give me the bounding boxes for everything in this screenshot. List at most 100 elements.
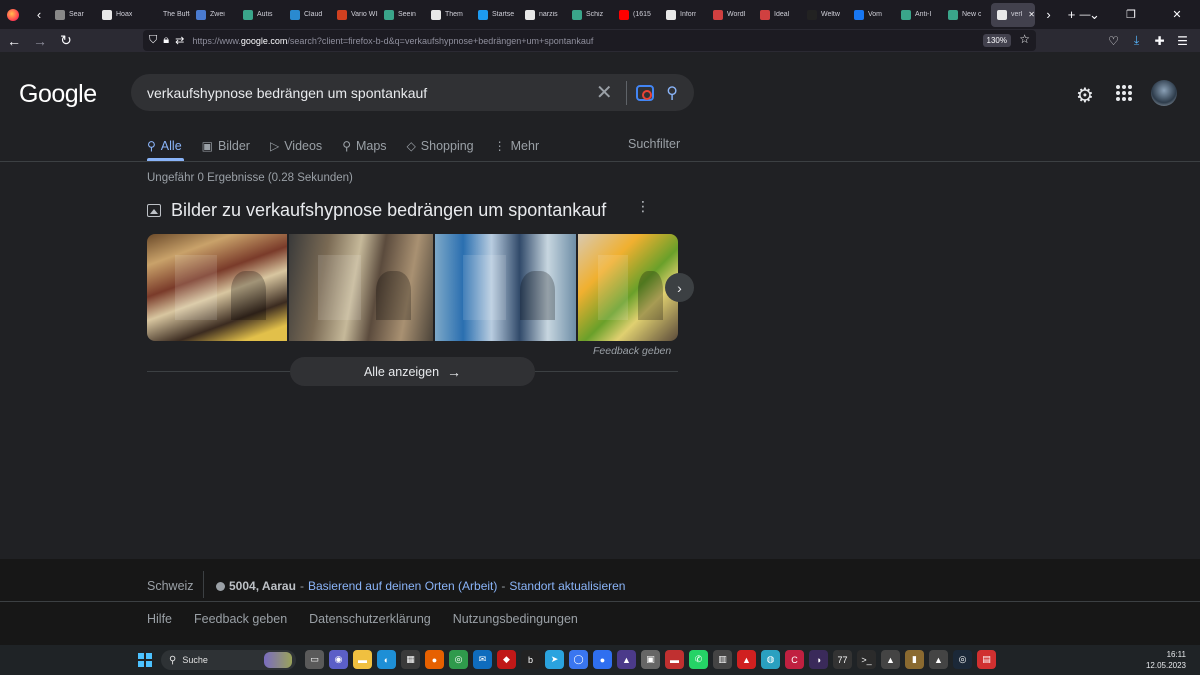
pocket-icon[interactable]: ♡	[1102, 34, 1125, 48]
browser-tab[interactable]: narzis	[519, 0, 566, 29]
books-icon[interactable]: ▥	[713, 650, 732, 669]
reload-icon[interactable]: ↻	[54, 32, 78, 49]
browser-tab[interactable]: Vom	[848, 0, 895, 29]
tab-shopping[interactable]: ◇ Shopping	[407, 139, 474, 153]
restore-icon[interactable]: ❐	[1108, 8, 1154, 21]
terminal-icon[interactable]: >_	[857, 650, 876, 669]
image-thumbnail[interactable]	[578, 234, 678, 341]
bookmark-star-icon[interactable]: ☆	[1019, 32, 1030, 46]
app-c-icon[interactable]: C	[785, 650, 804, 669]
images-section-title[interactable]: Bilder zu verkaufshypnose bedrängen um s…	[171, 200, 606, 221]
update-location-link[interactable]: Standort aktualisieren	[509, 579, 625, 593]
steam-icon[interactable]: ◎	[953, 650, 972, 669]
download-icon[interactable]: ⤓	[1125, 33, 1148, 48]
browser-tab[interactable]: Startse	[472, 0, 519, 29]
app-purple-icon[interactable]: ▲	[617, 650, 636, 669]
app-box-icon[interactable]: ▣	[641, 650, 660, 669]
shield-icon[interactable]: ⛉	[149, 34, 157, 47]
back-icon[interactable]: ←	[2, 33, 26, 49]
extensions-icon[interactable]: ✚	[1148, 34, 1171, 48]
footer-link-help[interactable]: Hilfe	[147, 612, 172, 626]
browser-tab[interactable]: Inforr	[660, 0, 707, 29]
app-red-icon[interactable]: ◆	[497, 650, 516, 669]
tab-all[interactable]: ⚲ Alle	[147, 139, 182, 153]
app-cyan-icon[interactable]: ◍	[761, 650, 780, 669]
search-icon[interactable]: ⚲	[666, 83, 678, 103]
google-logo[interactable]: Google	[19, 80, 97, 109]
footer-link-feedback[interactable]: Feedback geben	[194, 612, 287, 626]
search-input[interactable]: verkaufshypnose bedrängen um spontankauf	[147, 85, 591, 101]
clear-search-icon[interactable]: ✕	[591, 80, 617, 105]
google-apps-icon[interactable]	[1116, 85, 1132, 101]
url-text[interactable]: https://www.google.com/search?client=fir…	[192, 36, 593, 46]
messenger-icon[interactable]: ●	[593, 650, 612, 669]
app-dark-icon[interactable]: ◑	[809, 650, 828, 669]
search-box[interactable]: verkaufshypnose bedrängen um spontankauf…	[131, 74, 694, 111]
forward-icon[interactable]: →	[28, 33, 52, 49]
firefox-logo-icon[interactable]	[7, 8, 19, 21]
file-explorer-icon[interactable]: ▬	[353, 650, 372, 669]
browser-tab[interactable]: (1615	[613, 0, 660, 29]
browser-tab[interactable]: New c	[942, 0, 989, 29]
settings-gear-icon[interactable]: ⚙	[1076, 83, 1094, 108]
browser-tab[interactable]: Seein	[378, 0, 425, 29]
app-triangle-icon[interactable]: ▲	[737, 650, 756, 669]
browser-tab[interactable]: Weltw	[801, 0, 848, 29]
zoom-level[interactable]: 130%	[982, 34, 1011, 47]
browser-tab[interactable]: The Buffalo	[143, 0, 190, 29]
app-last-icon[interactable]: ▤	[977, 650, 996, 669]
feedback-link[interactable]: Feedback geben	[593, 345, 671, 357]
tab-more[interactable]: ⋮ Mehr	[494, 139, 539, 153]
footer-link-terms[interactable]: Nutzungsbedingungen	[453, 612, 578, 626]
tab-images[interactable]: ▣ Bilder	[202, 139, 250, 153]
app-doc-icon[interactable]: ▮	[905, 650, 924, 669]
mail-icon[interactable]: ✉	[473, 650, 492, 669]
linux2-icon[interactable]: ▲	[929, 650, 948, 669]
search-tools-button[interactable]: Suchfilter	[628, 137, 680, 151]
google-lens-icon[interactable]	[636, 84, 655, 101]
close-window-icon[interactable]: ✕	[1154, 8, 1200, 21]
browser-tab[interactable]: Autis	[237, 0, 284, 29]
app-banner-icon[interactable]: ▬	[665, 650, 684, 669]
whatsapp-icon[interactable]: ✆	[689, 650, 708, 669]
taskbar-search[interactable]: ⚲ Suche	[161, 650, 296, 670]
close-tab-icon[interactable]: ✕	[1028, 10, 1035, 19]
address-bar[interactable]: ⛉ 🔒︎ ⇄ https://www.google.com/search?cli…	[143, 30, 1036, 51]
app-77-icon[interactable]: 77	[833, 650, 852, 669]
telegram-icon[interactable]: ➤	[545, 650, 564, 669]
location-source-link[interactable]: Basierend auf deinen Orten (Arbeit)	[308, 579, 497, 593]
avatar[interactable]	[1151, 80, 1177, 106]
image-thumbnail[interactable]	[147, 234, 288, 341]
browser-tab[interactable]: Hoax	[96, 0, 143, 29]
signal-icon[interactable]: ◯	[569, 650, 588, 669]
browser-tab[interactable]: Claud	[284, 0, 331, 29]
linux-icon[interactable]: ▲	[881, 650, 900, 669]
tab-maps[interactable]: ⚲ Maps	[342, 139, 386, 153]
carousel-next-button[interactable]: ›	[665, 273, 694, 302]
browser-tab[interactable]: Zwei	[190, 0, 237, 29]
browser-tab[interactable]: Them	[425, 0, 472, 29]
firefox-icon[interactable]: ●	[425, 650, 444, 669]
menu-icon[interactable]: ☰	[1171, 34, 1194, 48]
browser-tab[interactable]: Ideal	[754, 0, 801, 29]
show-all-images-button[interactable]: Alle anzeigen →	[290, 357, 535, 386]
tab-scroll-left-icon[interactable]: ‹	[29, 7, 49, 22]
bing-icon[interactable]: b	[521, 650, 540, 669]
footer-link-privacy[interactable]: Datenschutzerklärung	[309, 612, 431, 626]
system-clock[interactable]: 16:11 12.05.2023	[1146, 649, 1186, 671]
tab-scroll-right-icon[interactable]: ›	[1037, 7, 1060, 22]
chrome-icon[interactable]: ◎	[449, 650, 468, 669]
browser-tab[interactable]: Vario WIEDER	[331, 0, 378, 29]
permissions-icon[interactable]: ⇄	[175, 34, 184, 47]
minimize-icon[interactable]: —	[1062, 9, 1108, 21]
chat-icon[interactable]: ◉	[329, 650, 348, 669]
browser-tab[interactable]: Schiz	[566, 0, 613, 29]
image-thumbnail[interactable]	[289, 234, 433, 341]
browser-tab[interactable]: Sear	[49, 0, 96, 29]
browser-tab[interactable]: Anti-I	[895, 0, 942, 29]
start-button[interactable]	[138, 653, 152, 667]
lock-icon[interactable]: 🔒︎	[163, 34, 169, 47]
browser-tab[interactable]: Wordl	[707, 0, 754, 29]
store-icon[interactable]: ▦	[401, 650, 420, 669]
tab-videos[interactable]: ▷ Videos	[270, 139, 322, 153]
